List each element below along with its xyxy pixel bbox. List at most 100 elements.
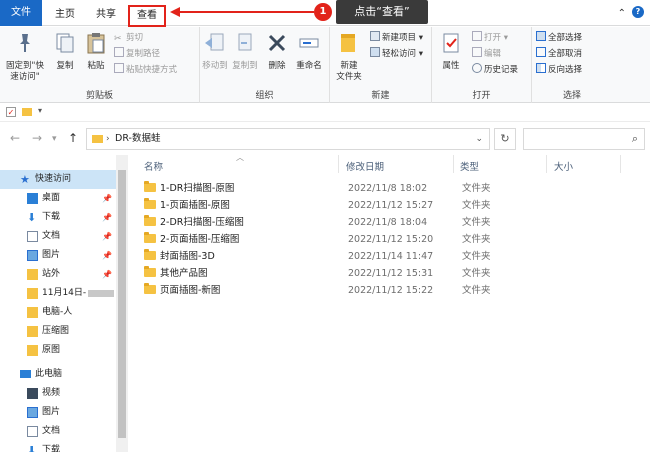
copy-to-label: 复制到 (232, 61, 258, 71)
sidebar-item-downloads[interactable]: ⬇ 下载 📌 (0, 208, 116, 227)
back-arrow-icon[interactable]: ← (10, 131, 20, 145)
select-none-label: 全部取消 (548, 49, 583, 59)
column-divider[interactable] (546, 155, 547, 173)
copy-path-button[interactable]: 复制路径 (114, 47, 160, 61)
table-row[interactable]: 1-DR扫描图-原图 2022/11/8 18:02 文件夹 (138, 180, 638, 197)
new-group: 新建 文件夹 新建项目 ▾ 轻松访问 ▾ 新建 (330, 27, 432, 103)
sidebar-item-documents[interactable]: 文档 📌 (0, 227, 116, 246)
sidebar-this-pc[interactable]: 此电脑 (0, 365, 116, 384)
sidebar-item-pc-person[interactable]: 电脑-人 (0, 303, 116, 322)
file-type: 文件夹 (462, 251, 491, 262)
paste-shortcut-button[interactable]: 粘贴快捷方式 (114, 63, 177, 77)
address-path[interactable]: DR-数据蛙 (115, 129, 160, 149)
forward-arrow-icon[interactable]: → (32, 131, 42, 145)
address-bar[interactable]: › DR-数据蛙 ⌄ (86, 128, 490, 150)
copy-label: 复制 (56, 61, 74, 71)
address-dropdown-icon[interactable]: ⌄ (475, 129, 483, 149)
sidebar-item-pc-pictures[interactable]: 图片 (0, 403, 116, 422)
new-folder-button[interactable]: 新建 文件夹 (332, 31, 366, 83)
folder-icon (27, 307, 38, 318)
tab-view[interactable]: 查看 (128, 5, 166, 27)
sidebar-item-pictures[interactable]: 图片 📌 (0, 246, 116, 265)
sidebar-item-nov14[interactable]: 11月14日- (0, 284, 116, 303)
column-header-modified[interactable]: 修改日期 (346, 159, 384, 173)
sidebar-item-label: 图片 (42, 407, 61, 417)
table-row[interactable]: 页面插图-新图 2022/11/12 15:22 文件夹 (138, 282, 638, 299)
history-button[interactable]: 历史记录 (472, 63, 518, 77)
select-all-button[interactable]: 全部选择 (536, 31, 582, 45)
callout-arrow-line (178, 11, 314, 13)
table-row[interactable]: 其他产品图 2022/11/12 15:31 文件夹 (138, 265, 638, 282)
file-name[interactable]: 封面插图-3D (160, 248, 215, 265)
qat-folder-icon[interactable] (22, 108, 32, 116)
copy-button[interactable]: 复制 (50, 31, 80, 72)
column-divider[interactable] (338, 155, 339, 173)
column-header-size[interactable]: 大小 (554, 159, 573, 173)
table-row[interactable]: 2-页面插图-压缩图 2022/11/12 15:20 文件夹 (138, 231, 638, 248)
properties-check-icon[interactable]: ✓ (6, 107, 16, 117)
table-row[interactable]: 2-DR扫描图-压缩图 2022/11/8 18:04 文件夹 (138, 214, 638, 231)
file-name[interactable]: 其他产品图 (160, 265, 208, 282)
pin-icon[interactable]: 📌 (102, 208, 112, 227)
folder-icon (27, 345, 38, 356)
pin-icon[interactable]: 📌 (102, 227, 112, 246)
copy-to-button[interactable]: 复制到 (230, 31, 260, 72)
table-row[interactable]: 1-页面插图-原图 2022/11/12 15:27 文件夹 (138, 197, 638, 214)
file-name[interactable]: 2-DR扫描图-压缩图 (160, 214, 244, 231)
recent-dropdown-icon[interactable]: ▾ (52, 134, 57, 144)
sidebar-item-label: 下载 (42, 445, 61, 452)
sidebar-item-pc-documents[interactable]: 文档 (0, 422, 116, 441)
edit-button[interactable]: 编辑 (472, 47, 501, 61)
column-divider[interactable] (453, 155, 454, 173)
navigation-pane: ★ 快速访问 桌面 📌 ⬇ 下载 📌 文档 📌 图片 📌 站外 📌 11月14日… (0, 155, 128, 452)
tab-file[interactable]: 文件 (0, 0, 42, 26)
help-icon[interactable]: ? (632, 6, 644, 18)
rename-button[interactable]: 重命名 (292, 31, 326, 72)
file-name[interactable]: 页面插图-新图 (160, 282, 220, 299)
new-folder-label: 新建 文件夹 (336, 61, 362, 82)
sidebar-item-compressed[interactable]: 压缩图 (0, 322, 116, 341)
cut-button[interactable]: ✂ 剪切 (114, 31, 143, 45)
file-name[interactable]: 2-页面插图-压缩图 (160, 231, 239, 248)
tab-home[interactable]: 主页 (47, 4, 83, 26)
new-item-button[interactable]: 新建项目 ▾ (370, 31, 423, 45)
file-name[interactable]: 1-DR扫描图-原图 (160, 180, 234, 197)
pin-icon[interactable]: 📌 (102, 246, 112, 265)
select-none-button[interactable]: 全部取消 (536, 47, 582, 61)
folder-icon (27, 269, 38, 280)
collapse-ribbon-icon[interactable]: ⌃ (618, 8, 626, 19)
file-modified: 2022/11/12 15:22 (348, 285, 434, 296)
open-button[interactable]: 打开 ▾ (472, 31, 508, 45)
pin-quick-access-button[interactable]: 固定到"快速访问" (2, 31, 48, 83)
refresh-icon[interactable]: ↻ (494, 128, 516, 150)
qat-dropdown-icon[interactable]: ▾ (38, 106, 42, 115)
sidebar-scroll-thumb[interactable] (118, 170, 126, 438)
file-name[interactable]: 1-页面插图-原图 (160, 197, 230, 214)
callout-label: 点击“查看” (336, 0, 428, 24)
pin-icon[interactable]: 📌 (102, 265, 112, 284)
column-header-type[interactable]: 类型 (460, 159, 479, 173)
copy-path-label: 复制路径 (126, 49, 161, 59)
paste-button[interactable]: 粘贴 (82, 31, 110, 72)
sidebar-quick-access[interactable]: ★ 快速访问 (0, 170, 116, 189)
sidebar-item-pc-downloads[interactable]: ⬇ 下载 (0, 441, 116, 452)
move-to-button[interactable]: 移动到 (200, 31, 230, 72)
delete-button[interactable]: 删除 (264, 31, 290, 72)
sidebar-item-label: 桌面 (42, 193, 61, 203)
select-none-icon (536, 47, 546, 57)
tab-share[interactable]: 共享 (88, 4, 124, 26)
sidebar-item-desktop[interactable]: 桌面 📌 (0, 189, 116, 208)
invert-selection-button[interactable]: 反向选择 (536, 63, 582, 77)
column-divider[interactable] (620, 155, 621, 173)
sidebar-item-videos[interactable]: 视频 (0, 384, 116, 403)
column-header-name[interactable]: 名称 (144, 159, 163, 173)
sidebar-item-original[interactable]: 原图 (0, 341, 116, 360)
table-row[interactable]: 封面插图-3D 2022/11/14 11:47 文件夹 (138, 248, 638, 265)
up-arrow-icon[interactable]: ↑ (68, 131, 78, 145)
search-input[interactable]: ⌕ (523, 128, 645, 150)
file-type: 文件夹 (462, 285, 491, 296)
sidebar-item-zhanwai[interactable]: 站外 📌 (0, 265, 116, 284)
pin-icon[interactable]: 📌 (102, 189, 112, 208)
easy-access-button[interactable]: 轻松访问 ▾ (370, 47, 423, 61)
properties-button[interactable]: 属性 (436, 31, 466, 72)
